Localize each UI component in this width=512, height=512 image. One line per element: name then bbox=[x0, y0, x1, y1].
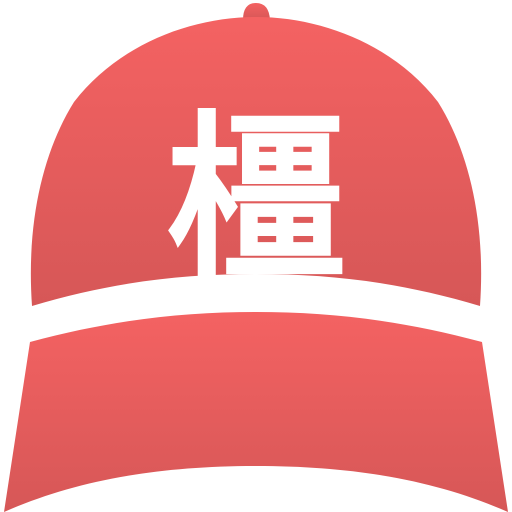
cap-brim bbox=[4, 312, 508, 512]
baseball-cap-icon: 橿 bbox=[4, 3, 508, 512]
cap-icon-canvas: 橿 bbox=[0, 0, 512, 512]
cap-label-glyph: 橿 bbox=[166, 96, 346, 305]
